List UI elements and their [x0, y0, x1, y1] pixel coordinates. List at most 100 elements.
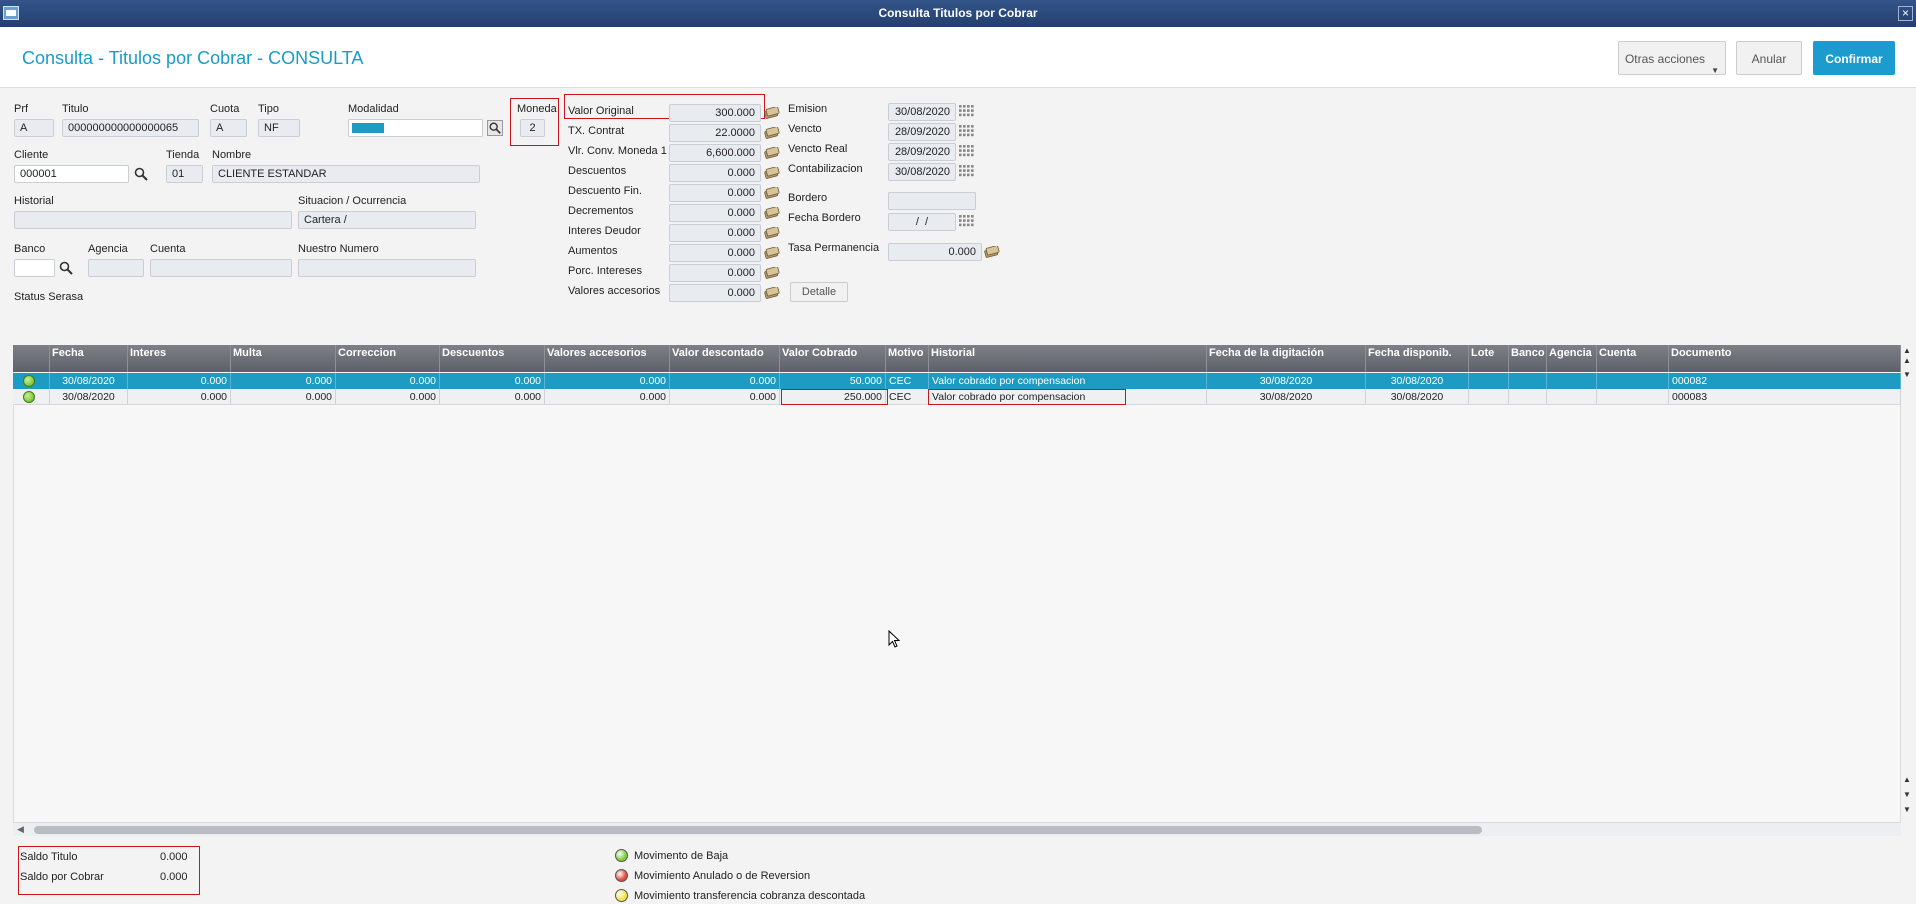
prf-label: Prf	[14, 103, 29, 115]
scroll-down-icon[interactable]: ▼	[1902, 370, 1912, 380]
calendar-icon[interactable]	[958, 124, 974, 141]
calendar-icon[interactable]	[958, 164, 974, 181]
column-header[interactable]: Valor descontado	[670, 345, 780, 372]
tasa-coin-icon[interactable]	[984, 245, 1000, 258]
value-label: TX. Contrat	[568, 125, 625, 137]
cuenta-label: Cuenta	[150, 243, 186, 255]
banco-search-icon[interactable]	[58, 260, 74, 276]
cliente-search-icon[interactable]	[133, 166, 149, 182]
confirmar-button[interactable]: Confirmar	[1813, 41, 1895, 75]
coin-icon[interactable]	[764, 226, 780, 239]
calendar-icon[interactable]	[958, 214, 974, 231]
table-cell: 0.000	[545, 389, 670, 405]
prf-field[interactable]: A	[14, 119, 54, 137]
column-header[interactable]: Fecha disponib.	[1366, 345, 1469, 372]
table-cell: 0.000	[440, 389, 545, 405]
contabilizacion-label: Contabilizacion	[788, 163, 863, 175]
scroll-down-bottom-icon[interactable]: ▼	[1902, 790, 1912, 800]
nuestro-numero-field[interactable]	[298, 259, 476, 277]
coin-icon[interactable]	[764, 206, 780, 219]
tienda-field[interactable]: 01	[166, 165, 203, 183]
value-label: Valores accesorios	[568, 285, 661, 297]
scroll-end-icon[interactable]: ▼	[1902, 805, 1912, 815]
nuestro-numero-label: Nuestro Numero	[298, 243, 379, 255]
column-header[interactable]: Fecha de la digitación	[1207, 345, 1366, 372]
vencto-real-field[interactable]: 28/09/2020	[888, 143, 956, 161]
column-header[interactable]: Multa	[231, 345, 336, 372]
situacion-field[interactable]: Cartera /	[298, 211, 476, 229]
tasa-permanencia-field[interactable]: 0.000	[888, 243, 982, 261]
titulo-field[interactable]: 000000000000000065	[62, 119, 199, 137]
contabilizacion-field[interactable]: 30/08/2020	[888, 163, 956, 181]
emision-field[interactable]: 30/08/2020	[888, 103, 956, 121]
table-cell: 0.000	[670, 373, 780, 389]
column-header[interactable]: Correccion	[336, 345, 440, 372]
moneda-field[interactable]: 2	[520, 119, 545, 137]
scroll-up-icon[interactable]: ▲	[1902, 346, 1912, 356]
coin-icon[interactable]	[764, 246, 780, 259]
column-header[interactable]: Interes	[128, 345, 231, 372]
cuenta-field[interactable]	[150, 259, 292, 277]
scroll-left-icon[interactable]: ◀	[17, 824, 24, 835]
fecha-bordero-field[interactable]: / /	[888, 213, 956, 231]
modalidad-field[interactable]	[348, 119, 483, 137]
value-field[interactable]: 0.000	[669, 264, 761, 282]
column-header[interactable]: Lote	[1469, 345, 1509, 372]
agencia-field[interactable]	[88, 259, 144, 277]
value-field[interactable]: 300.000	[669, 104, 761, 122]
value-field[interactable]: 0.000	[669, 184, 761, 202]
column-header[interactable]: Documento	[1669, 345, 1901, 372]
scroll-up-bottom-icon[interactable]: ▲	[1902, 775, 1912, 785]
column-header[interactable]: Historial	[929, 345, 1207, 372]
nombre-field[interactable]: CLIENTE ESTANDAR	[212, 165, 480, 183]
cliente-field[interactable]: 000001	[14, 165, 129, 183]
detalle-button[interactable]: Detalle	[790, 282, 848, 302]
banco-field[interactable]	[14, 259, 55, 277]
search-icon[interactable]	[487, 120, 503, 136]
coin-icon[interactable]	[764, 166, 780, 179]
value-field[interactable]: 22.0000	[669, 124, 761, 142]
titulo-label: Titulo	[62, 103, 89, 115]
column-header[interactable]: Agencia	[1547, 345, 1597, 372]
table-cell	[1547, 389, 1597, 405]
calendar-icon[interactable]	[958, 104, 974, 121]
cuota-field[interactable]: A	[210, 119, 247, 137]
value-field[interactable]: 0.000	[669, 164, 761, 182]
status-green-icon	[23, 391, 35, 403]
bordero-field[interactable]	[888, 192, 976, 210]
moneda-label: Moneda	[517, 103, 557, 115]
coin-icon[interactable]	[764, 186, 780, 199]
coin-icon[interactable]	[764, 266, 780, 279]
table-row[interactable]: 30/08/2020 0.000 0.000 0.000 0.000 0.000 0.000…	[13, 373, 1901, 389]
value-field[interactable]: 0.000	[669, 244, 761, 262]
vencto-field[interactable]: 28/09/2020	[888, 123, 956, 141]
column-header[interactable]: Motivo	[886, 345, 929, 372]
otras-acciones-button[interactable]: Otras acciones ▼	[1618, 41, 1726, 75]
column-header[interactable]: Banco	[1509, 345, 1547, 372]
value-field[interactable]: 0.000	[669, 204, 761, 222]
column-header[interactable]	[13, 345, 50, 372]
coin-icon[interactable]	[764, 126, 780, 139]
coin-icon[interactable]	[764, 286, 780, 299]
column-header[interactable]: Valor Cobrado	[780, 345, 886, 372]
column-header[interactable]: Fecha	[50, 345, 128, 372]
anular-button[interactable]: Anular	[1736, 41, 1802, 75]
column-header[interactable]: Cuenta	[1597, 345, 1669, 372]
tipo-field[interactable]: NF	[258, 119, 300, 137]
tienda-label: Tienda	[166, 149, 200, 161]
coin-icon[interactable]	[764, 146, 780, 159]
value-label: Aumentos	[568, 245, 618, 257]
scroll-thumb[interactable]	[34, 826, 1482, 834]
legend-item-anulado: Movimiento Anulado o de Reversion	[634, 870, 811, 882]
value-field[interactable]: 0.000	[669, 224, 761, 242]
column-header[interactable]: Valores accesorios	[545, 345, 670, 372]
scroll-up-icon-2[interactable]: ▲	[1902, 356, 1912, 366]
historial-field[interactable]	[14, 211, 292, 229]
coin-icon[interactable]	[764, 106, 780, 119]
value-field[interactable]: 0.000	[669, 284, 761, 302]
column-header[interactable]: Descuentos	[440, 345, 545, 372]
value-field[interactable]: 6,600.000	[669, 144, 761, 162]
close-icon[interactable]: ×	[1898, 6, 1913, 21]
calendar-icon[interactable]	[958, 144, 974, 161]
valor-cobrado-highlight	[781, 389, 888, 405]
